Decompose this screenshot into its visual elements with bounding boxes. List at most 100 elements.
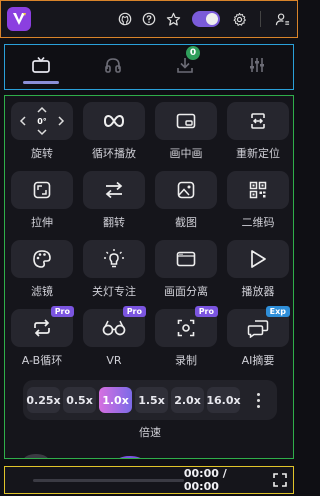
flip-label: 翻转 xyxy=(103,216,125,229)
github-icon[interactable] xyxy=(116,10,134,28)
tool-filter: 滤镜 xyxy=(11,240,73,301)
user-settings-icon[interactable] xyxy=(273,10,291,28)
flip-button[interactable] xyxy=(83,171,145,209)
time-display: 00:00 / 00:00 xyxy=(183,467,227,493)
image-icon xyxy=(177,181,195,199)
player-button[interactable] xyxy=(227,240,289,278)
vr-button[interactable]: Pro xyxy=(83,306,146,347)
tool-loop: 循环播放 xyxy=(83,102,145,163)
speed-option[interactable]: 1.5x xyxy=(135,387,168,413)
tool-focus: 关灯专注 xyxy=(83,240,145,301)
headphones-icon xyxy=(104,56,122,78)
rotate-label: 旋转 xyxy=(31,147,53,160)
screenshot-button[interactable] xyxy=(155,171,217,209)
logo-icon xyxy=(7,7,31,31)
pro-badge: Pro xyxy=(194,306,218,317)
tool-screenshot: 截图 xyxy=(155,171,217,232)
pro-badge: Pro xyxy=(50,306,74,317)
reposition-label: 重新定位 xyxy=(236,147,280,160)
tool-stretch: 拉伸 xyxy=(11,171,73,232)
infinity-icon xyxy=(103,114,125,128)
tool-record: Pro 录制 xyxy=(155,306,218,370)
progress-track[interactable] xyxy=(33,478,184,482)
tab-download[interactable]: 0 xyxy=(149,45,221,89)
ai-summary-label: AI摘要 xyxy=(241,354,275,367)
record-icon xyxy=(177,319,195,337)
browser-window-icon xyxy=(176,251,196,267)
loop-button[interactable] xyxy=(83,102,145,140)
tools-panel: 0° 旋转 循环播放 画中画 重新定位 拉伸 翻转 截图 二维码 滤镜 关灯专注… xyxy=(4,95,294,459)
speed-option[interactable]: 16.0x xyxy=(206,387,241,413)
theme-toggle[interactable] xyxy=(192,11,220,27)
focus-button[interactable] xyxy=(83,240,145,278)
stretch-icon xyxy=(33,181,51,199)
screenshot-label: 截图 xyxy=(175,216,197,229)
partial-control xyxy=(117,456,143,458)
qrcode-button[interactable] xyxy=(227,171,289,209)
tool-reposition: 重新定位 xyxy=(227,102,289,163)
glasses-icon xyxy=(102,320,126,336)
tab-video[interactable] xyxy=(5,45,77,89)
record-label: 录制 xyxy=(175,354,197,367)
ab-loop-button[interactable]: Pro xyxy=(11,306,74,347)
filter-button[interactable] xyxy=(11,240,73,278)
reposition-icon xyxy=(251,113,265,129)
ab-loop-label: A-B循环 xyxy=(21,354,63,367)
tool-grid: 0° 旋转 循环播放 画中画 重新定位 拉伸 翻转 截图 二维码 滤镜 关灯专注… xyxy=(11,102,290,370)
ai-summary-button[interactable]: Exp xyxy=(227,306,290,347)
partial-control xyxy=(23,454,49,458)
tool-vr: Pro VR xyxy=(83,306,146,370)
stretch-button[interactable] xyxy=(11,171,73,209)
reposition-button[interactable] xyxy=(227,102,289,140)
tool-qrcode: 二维码 xyxy=(227,171,289,232)
tool-player: 播放器 xyxy=(227,240,289,301)
divider xyxy=(260,11,261,27)
download-count-badge: 0 xyxy=(186,46,200,60)
repeat-icon xyxy=(34,319,50,337)
vr-label: VR xyxy=(106,354,122,367)
qrcode-label: 二维码 xyxy=(241,216,275,229)
flip-icon xyxy=(105,181,123,199)
filter-label: 滤镜 xyxy=(31,285,53,298)
lightbulb-icon xyxy=(104,249,124,268)
picture-in-picture-icon xyxy=(176,113,196,129)
tab-audio[interactable] xyxy=(77,45,149,89)
rotate-arrows-icon xyxy=(19,106,65,136)
speed-option[interactable]: 0.25x xyxy=(26,387,61,413)
chat-icon xyxy=(247,320,269,338)
tool-rotate: 0° 旋转 xyxy=(11,102,73,163)
separate-button[interactable] xyxy=(155,240,217,278)
more-options-icon[interactable] xyxy=(247,392,269,408)
tool-separate: 画面分离 xyxy=(155,240,217,301)
fullscreen-icon[interactable] xyxy=(273,473,287,487)
tool-ai-summary: Exp AI摘要 xyxy=(227,306,290,370)
tab-adjust[interactable] xyxy=(221,45,293,89)
play-icon xyxy=(251,250,266,268)
player-label: 播放器 xyxy=(241,285,275,298)
gear-icon[interactable] xyxy=(230,10,248,28)
sliders-icon xyxy=(248,56,266,78)
rotate-button[interactable]: 0° xyxy=(11,102,73,140)
speed-label: 倍速 xyxy=(139,426,161,439)
stretch-label: 拉伸 xyxy=(31,216,53,229)
palette-icon xyxy=(33,250,51,268)
speed-option-selected[interactable]: 1.0x xyxy=(99,387,132,413)
exp-badge: Exp xyxy=(265,306,290,317)
speed-selector: 0.25x 0.5x 1.0x 1.5x 2.0x 16.0x xyxy=(23,380,277,420)
tool-flip: 翻转 xyxy=(83,171,145,232)
player-bar: 00:00 / 00:00 xyxy=(4,466,294,494)
speed-option[interactable]: 0.5x xyxy=(63,387,96,413)
qrcode-icon xyxy=(249,181,267,199)
focus-label: 关灯专注 xyxy=(92,285,136,298)
speed-option[interactable]: 2.0x xyxy=(171,387,204,413)
tab-bar: 0 xyxy=(4,44,294,90)
help-icon[interactable] xyxy=(140,10,158,28)
record-button[interactable]: Pro xyxy=(155,306,218,347)
tool-ab-loop: Pro A-B循环 xyxy=(11,306,74,370)
pip-label: 画中画 xyxy=(169,147,203,160)
pro-badge: Pro xyxy=(122,306,146,317)
star-icon[interactable] xyxy=(164,10,182,28)
top-bar xyxy=(0,0,298,38)
separate-label: 画面分离 xyxy=(164,285,208,298)
pip-button[interactable] xyxy=(155,102,217,140)
